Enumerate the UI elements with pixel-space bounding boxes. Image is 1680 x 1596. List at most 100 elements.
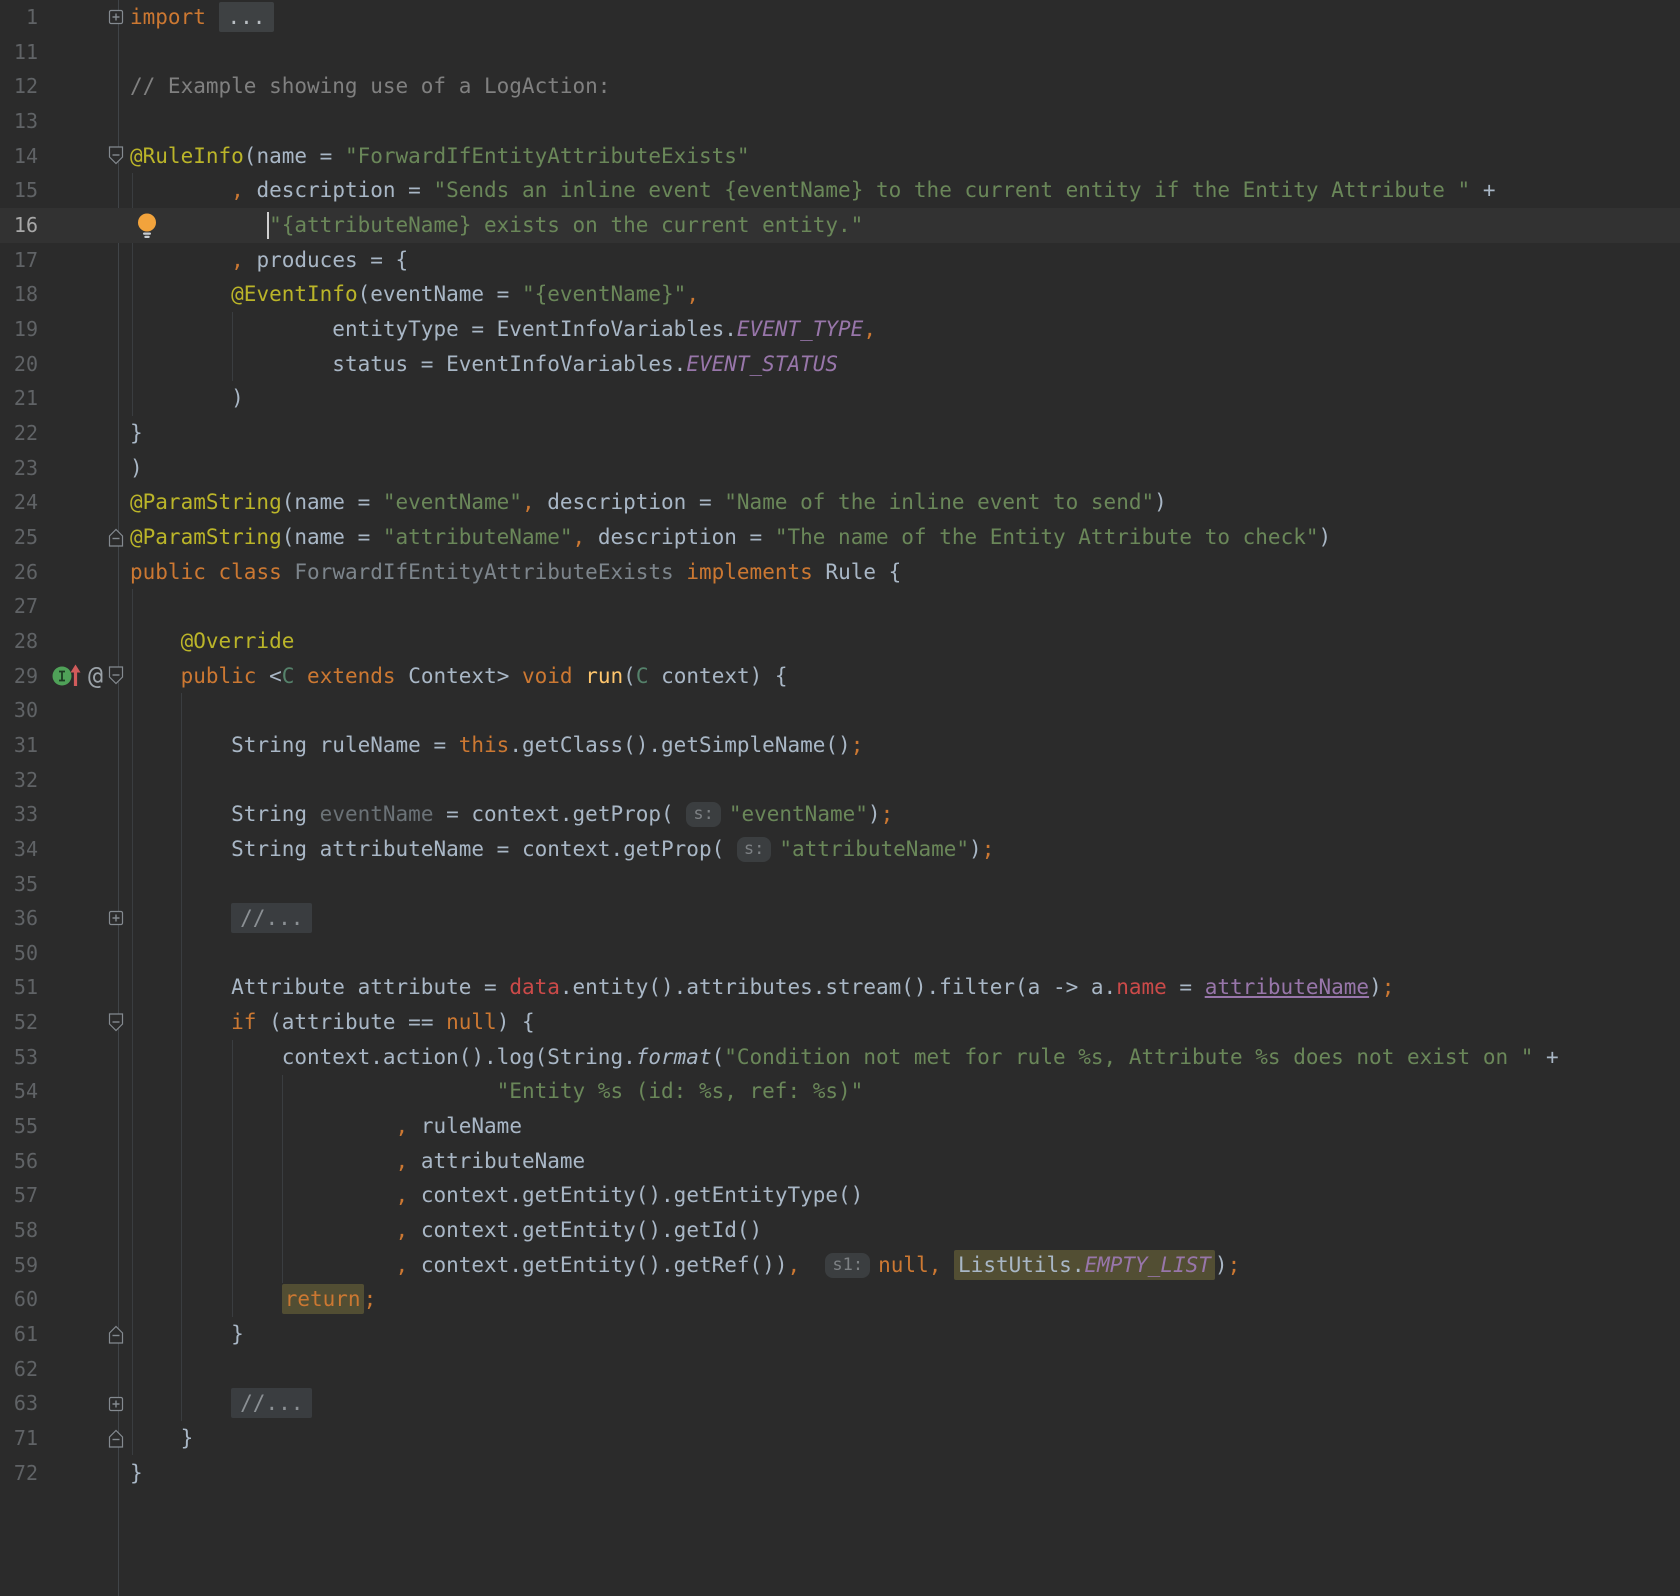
code-text[interactable]: , context.getEntity().getEntityType()	[130, 1178, 863, 1213]
code-text[interactable]: }	[130, 1421, 193, 1456]
line-number[interactable]: 54	[0, 1074, 38, 1109]
code-text[interactable]: , attributeName	[130, 1144, 585, 1179]
code-text[interactable]: @ParamString(name = "eventName", descrip…	[130, 485, 1167, 520]
code-line[interactable]: 56 , attributeName	[0, 1144, 1680, 1179]
implements-icon[interactable]	[51, 662, 85, 689]
code-line[interactable]: 12// Example showing use of a LogAction:	[0, 69, 1680, 104]
code-text[interactable]: , ruleName	[130, 1109, 522, 1144]
code-line[interactable]: 54 "Entity %s (id: %s, ref: %s)"	[0, 1074, 1680, 1109]
line-number[interactable]: 53	[0, 1040, 38, 1075]
line-number[interactable]: 20	[0, 347, 38, 382]
fold-start-icon[interactable]	[106, 1012, 126, 1033]
line-number[interactable]: 18	[0, 277, 38, 312]
line-number[interactable]: 24	[0, 485, 38, 520]
code-line[interactable]: 61 }	[0, 1317, 1680, 1352]
line-number[interactable]: 30	[0, 693, 38, 728]
code-line[interactable]: 29 @ public <C extends Context> void run(…	[0, 659, 1680, 694]
code-line[interactable]: 11	[0, 35, 1680, 70]
code-line[interactable]: 20 status = EventInfoVariables.EVENT_STA…	[0, 347, 1680, 382]
line-number[interactable]: 11	[0, 35, 38, 70]
code-text[interactable]: )	[130, 381, 244, 416]
line-number[interactable]: 26	[0, 555, 38, 590]
code-line[interactable]: 27	[0, 589, 1680, 624]
line-number[interactable]: 28	[0, 624, 38, 659]
line-number[interactable]: 60	[0, 1282, 38, 1317]
code-line[interactable]: 50	[0, 936, 1680, 971]
code-text[interactable]: entityType = EventInfoVariables.EVENT_TY…	[130, 312, 876, 347]
code-text[interactable]: @EventInfo(eventName = "{eventName}",	[130, 277, 699, 312]
code-text[interactable]: )	[130, 451, 143, 486]
line-number[interactable]: 56	[0, 1144, 38, 1179]
code-text[interactable]: , produces = {	[130, 243, 408, 278]
code-line[interactable]: 57 , context.getEntity().getEntityType()	[0, 1178, 1680, 1213]
code-text[interactable]: //...	[130, 901, 312, 936]
code-line[interactable]: 62	[0, 1352, 1680, 1387]
code-text[interactable]: @ParamString(name = "attributeName", des…	[130, 520, 1331, 555]
fold-end-icon[interactable]	[106, 1428, 126, 1449]
code-line[interactable]: 25@ParamString(name = "attributeName", d…	[0, 520, 1680, 555]
code-line[interactable]: 35	[0, 867, 1680, 902]
fold-collapsed-icon[interactable]	[106, 908, 126, 928]
line-number[interactable]: 55	[0, 1109, 38, 1144]
code-text[interactable]: Attribute attribute = data.entity().attr…	[130, 970, 1394, 1005]
code-line[interactable]: 31 String ruleName = this.getClass().get…	[0, 728, 1680, 763]
line-number[interactable]: 19	[0, 312, 38, 347]
code-text[interactable]: @Override	[130, 624, 294, 659]
code-text[interactable]: //...	[130, 1386, 312, 1421]
fold-end-icon[interactable]	[106, 527, 126, 548]
line-number[interactable]: 61	[0, 1317, 38, 1352]
line-number[interactable]: 29	[0, 659, 38, 694]
code-line[interactable]: 32	[0, 763, 1680, 798]
code-text[interactable]: context.action().log(String.format("Cond…	[130, 1040, 1559, 1075]
code-line[interactable]: 17 , produces = {	[0, 243, 1680, 278]
code-line[interactable]: 59 , context.getEntity().getRef()), s1:n…	[0, 1248, 1680, 1283]
code-text[interactable]: public <C extends Context> void run(C co…	[130, 659, 788, 694]
code-line[interactable]: 1 import ...	[0, 0, 1680, 35]
code-line[interactable]: 58 , context.getEntity().getId()	[0, 1213, 1680, 1248]
annotation-at-icon[interactable]: @	[88, 663, 103, 688]
line-number[interactable]: 33	[0, 797, 38, 832]
code-line[interactable]: 19 entityType = EventInfoVariables.EVENT…	[0, 312, 1680, 347]
line-number[interactable]: 58	[0, 1213, 38, 1248]
fold-collapsed-icon[interactable]	[106, 1394, 126, 1414]
code-text[interactable]: }	[130, 1317, 244, 1352]
code-line[interactable]: 51 Attribute attribute = data.entity().a…	[0, 970, 1680, 1005]
line-number[interactable]: 27	[0, 589, 38, 624]
code-line[interactable]: 53 context.action().log(String.format("C…	[0, 1040, 1680, 1075]
line-number[interactable]: 22	[0, 416, 38, 451]
code-line[interactable]: 21 )	[0, 381, 1680, 416]
code-line[interactable]: 26public class ForwardIfEntityAttributeE…	[0, 555, 1680, 590]
line-number[interactable]: 52	[0, 1005, 38, 1040]
code-line[interactable]: 34 String attributeName = context.getPro…	[0, 832, 1680, 867]
code-line[interactable]: 13	[0, 104, 1680, 139]
line-number[interactable]: 63	[0, 1386, 38, 1421]
line-number[interactable]: 50	[0, 936, 38, 971]
code-text[interactable]: status = EventInfoVariables.EVENT_STATUS	[130, 347, 838, 382]
line-number[interactable]: 31	[0, 728, 38, 763]
intention-bulb-icon[interactable]	[134, 212, 160, 239]
code-text[interactable]: String eventName = context.getProp( s:"e…	[130, 797, 893, 832]
line-number[interactable]: 1	[0, 0, 38, 35]
code-text[interactable]: , context.getEntity().getRef()), s1:null…	[130, 1248, 1240, 1283]
fold-start-icon[interactable]	[106, 145, 126, 166]
code-line[interactable]: 55 , ruleName	[0, 1109, 1680, 1144]
code-line[interactable]: 18 @EventInfo(eventName = "{eventName}",	[0, 277, 1680, 312]
fold-end-icon[interactable]	[106, 1324, 126, 1345]
line-number[interactable]: 72	[0, 1456, 38, 1491]
code-text[interactable]: import ...	[130, 0, 274, 35]
line-number[interactable]: 12	[0, 69, 38, 104]
code-line[interactable]: 60 return;	[0, 1282, 1680, 1317]
code-line[interactable]: 15 , description = "Sends an inline even…	[0, 173, 1680, 208]
code-text[interactable]: , context.getEntity().getId()	[130, 1213, 762, 1248]
code-line[interactable]: 14@RuleInfo(name = "ForwardIfEntityAttri…	[0, 139, 1680, 174]
line-number[interactable]: 21	[0, 381, 38, 416]
line-number[interactable]: 23	[0, 451, 38, 486]
code-line[interactable]: 33 String eventName = context.getProp( s…	[0, 797, 1680, 832]
code-line[interactable]: 36 //...	[0, 901, 1680, 936]
code-line[interactable]: 24 @ParamString(name = "eventName", descr…	[0, 485, 1680, 520]
code-line[interactable]: 63 //...	[0, 1386, 1680, 1421]
fold-collapsed-icon[interactable]	[106, 7, 126, 27]
code-text[interactable]: @RuleInfo(name = "ForwardIfEntityAttribu…	[130, 139, 750, 174]
code-text[interactable]: , description = "Sends an inline event {…	[130, 173, 1496, 208]
line-number[interactable]: 62	[0, 1352, 38, 1387]
